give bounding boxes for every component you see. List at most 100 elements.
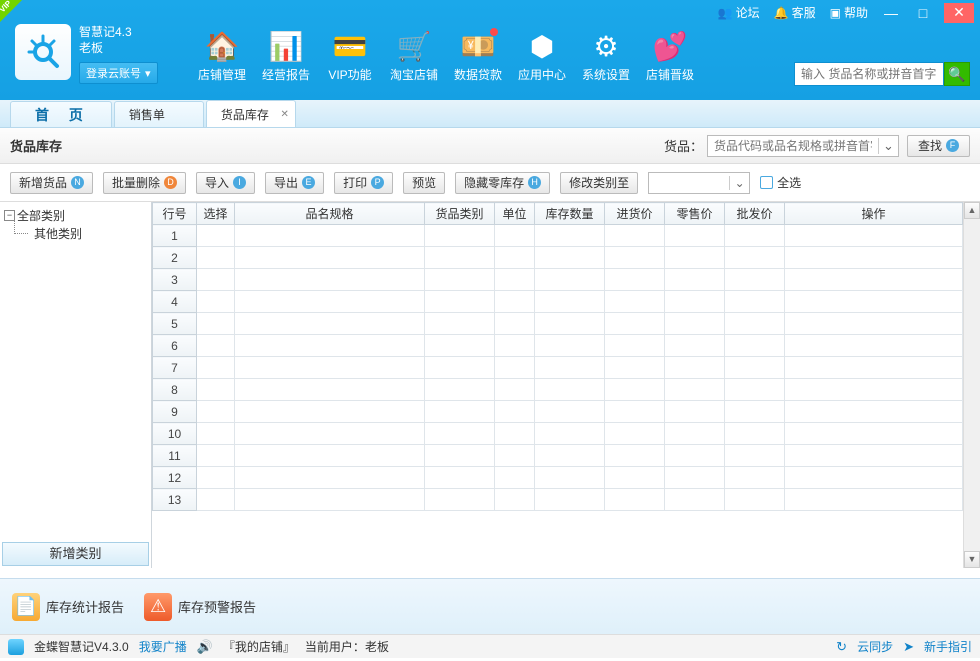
nav-app-center[interactable]: ⬢ 应用中心 bbox=[510, 28, 574, 83]
nav-loan[interactable]: 💴 数据贷款 bbox=[446, 28, 510, 83]
header-search-button[interactable]: 🔍 bbox=[944, 62, 970, 86]
table-row[interactable]: 5 bbox=[153, 313, 980, 335]
user-label: 当前用户： bbox=[305, 640, 365, 654]
add-category-button[interactable]: 新增类别 bbox=[2, 542, 149, 566]
table-row[interactable]: 1 bbox=[153, 225, 980, 247]
nav-store-manage[interactable]: 🏠 店铺管理 bbox=[190, 28, 254, 83]
row-number: 3 bbox=[153, 269, 197, 291]
table-row[interactable]: 7 bbox=[153, 357, 980, 379]
btn-label: 预览 bbox=[412, 174, 436, 191]
scroll-up-icon[interactable]: ▲ bbox=[964, 202, 980, 219]
col-rownum[interactable]: 行号 bbox=[153, 203, 197, 225]
forum-icon: 👥 bbox=[718, 6, 733, 20]
new-item-button[interactable]: 新增货品 bbox=[10, 172, 93, 194]
table-row[interactable]: 8 bbox=[153, 379, 980, 401]
table-row[interactable]: 12 bbox=[153, 467, 980, 489]
batch-delete-button[interactable]: 批量删除 bbox=[103, 172, 186, 194]
table-row[interactable]: 4 bbox=[153, 291, 980, 313]
col-unit[interactable]: 单位 bbox=[495, 203, 535, 225]
table-row[interactable]: 6 bbox=[153, 335, 980, 357]
document-tabs: 首 页 销售单 货品库存 ✕ bbox=[0, 100, 980, 128]
table-row[interactable]: 13 bbox=[153, 489, 980, 511]
search-icon: 🔍 bbox=[948, 66, 965, 83]
print-button[interactable]: 打印 bbox=[334, 172, 393, 194]
nav-report[interactable]: 📊 经营报告 bbox=[254, 28, 318, 83]
tree-root[interactable]: − 全部类别 bbox=[4, 206, 151, 224]
tab-sales-order[interactable]: 销售单 bbox=[114, 101, 204, 127]
login-dropdown[interactable]: 登录云账号 ▾ bbox=[79, 62, 158, 84]
chevron-down-icon[interactable]: ⌄ bbox=[878, 138, 898, 154]
vertical-scrollbar[interactable]: ▲ ▼ bbox=[963, 202, 980, 568]
nav-settings[interactable]: ⚙ 系统设置 bbox=[574, 28, 638, 83]
cloud-sync-link[interactable]: 云同步 bbox=[857, 638, 893, 655]
col-category[interactable]: 货品类别 bbox=[425, 203, 495, 225]
maximize-button[interactable]: □ bbox=[908, 3, 938, 23]
chevron-down-icon[interactable]: ⌄ bbox=[729, 176, 749, 190]
tree-child-label: 其他类别 bbox=[34, 225, 82, 242]
sound-icon[interactable]: 🔊 bbox=[197, 639, 213, 655]
category-select[interactable]: ⌄ bbox=[648, 172, 750, 194]
broadcast-link[interactable]: 我要广播 bbox=[139, 638, 187, 655]
table-row[interactable]: 11 bbox=[153, 445, 980, 467]
tab-home[interactable]: 首 页 bbox=[10, 101, 112, 127]
table-row[interactable]: 2 bbox=[153, 247, 980, 269]
row-number: 4 bbox=[153, 291, 197, 313]
checkbox-icon bbox=[760, 176, 773, 189]
change-category-button[interactable]: 修改类别至 bbox=[560, 172, 638, 194]
col-wholesale[interactable]: 批发价 bbox=[725, 203, 785, 225]
stock-warn-report[interactable]: ⚠ 库存预警报告 bbox=[144, 593, 256, 621]
category-select-input[interactable] bbox=[649, 176, 729, 190]
header-left: 智慧记4.3 老板 登录云账号 ▾ bbox=[15, 24, 158, 84]
newbie-guide-link[interactable]: 新手指引 bbox=[924, 638, 972, 655]
help-link[interactable]: ▣帮助 bbox=[824, 2, 874, 23]
tab-label: 销售单 bbox=[129, 106, 165, 123]
scroll-down-icon[interactable]: ▼ bbox=[964, 551, 980, 568]
close-button[interactable]: ✕ bbox=[944, 3, 974, 23]
forum-label: 论坛 bbox=[736, 4, 760, 21]
table-row[interactable]: 9 bbox=[153, 401, 980, 423]
preview-button[interactable]: 预览 bbox=[403, 172, 445, 194]
minimize-button[interactable]: — bbox=[876, 3, 906, 23]
col-spec[interactable]: 品名规格 bbox=[235, 203, 425, 225]
row-number: 13 bbox=[153, 489, 197, 511]
nav-upgrade[interactable]: 💕 店铺晋级 bbox=[638, 28, 702, 83]
nav-label: 系统设置 bbox=[574, 66, 638, 83]
tree-child[interactable]: 其他类别 bbox=[4, 224, 151, 242]
nav-label: 应用中心 bbox=[510, 66, 574, 83]
col-cost[interactable]: 进货价 bbox=[605, 203, 665, 225]
service-link[interactable]: 🔔客服 bbox=[768, 2, 822, 23]
nav-label: 淘宝店铺 bbox=[382, 66, 446, 83]
tab-inventory[interactable]: 货品库存 ✕ bbox=[206, 100, 296, 127]
gear-icon: ⚙ bbox=[593, 30, 618, 63]
table-row[interactable]: 3 bbox=[153, 269, 980, 291]
table-row[interactable]: 10 bbox=[153, 423, 980, 445]
find-button[interactable]: 查找 bbox=[907, 135, 970, 157]
hearts-icon: 💕 bbox=[653, 30, 688, 63]
col-action[interactable]: 操作 bbox=[785, 203, 963, 225]
filter-input[interactable] bbox=[708, 139, 878, 153]
btn-label: 批量删除 bbox=[112, 174, 160, 191]
nav-taobao[interactable]: 🛒 淘宝店铺 bbox=[382, 28, 446, 83]
cart-icon: 🛒 bbox=[397, 30, 432, 63]
filter-select[interactable]: ⌄ bbox=[707, 135, 899, 157]
hide-zero-button[interactable]: 隐藏零库存 bbox=[455, 172, 550, 194]
col-select[interactable]: 选择 bbox=[197, 203, 235, 225]
stock-stat-report[interactable]: 📄 库存统计报告 bbox=[12, 593, 124, 621]
app-meta: 智慧记4.3 老板 登录云账号 ▾ bbox=[79, 24, 158, 84]
tab-close-icon[interactable]: ✕ bbox=[281, 109, 289, 120]
chart-icon: 📊 bbox=[269, 30, 304, 63]
header-search-input[interactable] bbox=[794, 62, 944, 86]
row-number: 2 bbox=[153, 247, 197, 269]
select-all-checkbox[interactable]: 全选 bbox=[760, 174, 801, 191]
forum-link[interactable]: 👥论坛 bbox=[712, 2, 766, 23]
export-button[interactable]: 导出 bbox=[265, 172, 324, 194]
col-retail[interactable]: 零售价 bbox=[665, 203, 725, 225]
nav-label: 经营报告 bbox=[254, 66, 318, 83]
row-number: 6 bbox=[153, 335, 197, 357]
category-tree: − 全部类别 其他类别 bbox=[0, 202, 151, 542]
nav-vip[interactable]: 💳 VIP功能 bbox=[318, 28, 382, 83]
toolbar: 新增货品 批量删除 导入 导出 打印 预览 隐藏零库存 修改类别至 ⌄ 全选 bbox=[0, 164, 980, 202]
col-stock[interactable]: 库存数量 bbox=[535, 203, 605, 225]
import-button[interactable]: 导入 bbox=[196, 172, 255, 194]
tree-collapse-icon[interactable]: − bbox=[4, 210, 15, 221]
